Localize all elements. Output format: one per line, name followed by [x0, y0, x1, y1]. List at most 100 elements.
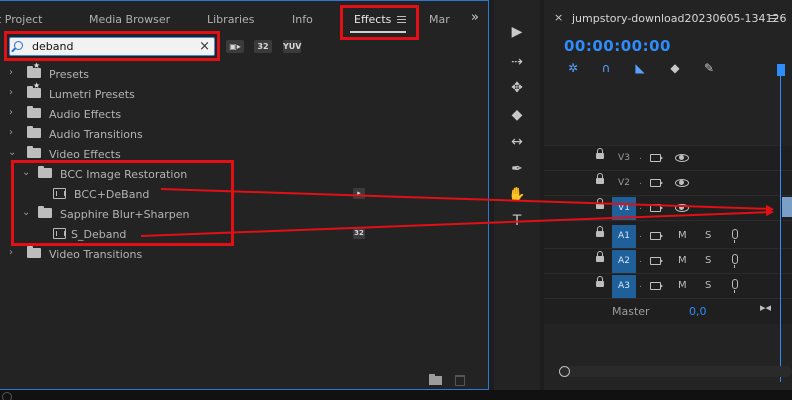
microphone-icon[interactable] [732, 254, 738, 268]
add-marker-icon[interactable]: ◆ [668, 61, 682, 75]
preset-folder-icon [27, 61, 41, 78]
toggle-track-output-icon[interactable] [650, 282, 663, 290]
timeline-panel: × jumpstory-download20230605-134126 00:0… [544, 0, 792, 390]
mute-track-button[interactable]: M [678, 255, 687, 266]
microphone-icon[interactable] [732, 229, 738, 243]
playhead-line [780, 64, 781, 382]
tab-overflow-icon[interactable]: » [471, 10, 479, 25]
yuv-effects-filter-icon[interactable]: YUV [283, 40, 301, 53]
toggle-track-output-icon[interactable] [650, 232, 663, 240]
tree-item-label: Audio Transitions [49, 128, 143, 141]
sync-lock-icon[interactable]: . [639, 202, 642, 212]
playhead-handle[interactable] [777, 64, 785, 76]
tree-folder-presets[interactable]: › Presets [0, 61, 487, 84]
folder-icon [27, 126, 41, 138]
lock-icon[interactable] [596, 198, 604, 209]
timeline-settings-wrench-icon[interactable]: ✎ [702, 61, 716, 75]
track-target-a3[interactable]: A3 [612, 275, 636, 298]
sync-lock-icon[interactable]: . [639, 255, 642, 265]
master-volume-value[interactable]: 0,0 [689, 305, 707, 318]
slip-tool-icon[interactable]: ↔ [506, 132, 528, 152]
track-a1: A1 . M S [544, 224, 792, 249]
tree-item-label: Video Transitions [49, 248, 143, 261]
lock-icon[interactable] [596, 226, 604, 237]
sync-lock-icon[interactable]: . [639, 152, 642, 162]
accelerated-effects-filter-icon[interactable]: ▣▸ [226, 40, 244, 53]
bottom-status-strip [0, 390, 792, 400]
close-sequence-icon[interactable]: × [554, 11, 563, 24]
sync-lock-icon[interactable]: . [639, 177, 642, 187]
tree-item-label: Lumetri Presets [49, 88, 135, 101]
track-v1: V1 . [544, 196, 792, 221]
timeline-menu-icon[interactable] [769, 15, 778, 22]
timeline-zoom-scrollbar[interactable] [559, 366, 792, 377]
tab-info[interactable]: Info [292, 13, 313, 26]
tree-folder-lumetri-presets[interactable]: › Lumetri Presets [0, 81, 487, 104]
linked-selection-icon[interactable]: ◣ [633, 61, 647, 75]
solo-track-button[interactable]: S [705, 230, 711, 241]
track-target-v1[interactable]: V1 [612, 197, 636, 220]
lock-icon[interactable] [596, 173, 604, 184]
ripple-edit-tool-icon[interactable]: ✥ [506, 78, 528, 98]
annotation-box-search [4, 31, 220, 61]
lock-icon[interactable] [596, 276, 604, 287]
toggle-track-output-icon[interactable] [650, 179, 663, 187]
chevron-right-icon[interactable]: › [9, 67, 13, 78]
zoom-scroll-handle[interactable] [559, 366, 570, 377]
tree-folder-audio-transitions[interactable]: › Audio Transitions [0, 124, 487, 144]
track-target-a1[interactable]: A1 [612, 225, 636, 248]
toggle-track-output-icon[interactable] [650, 204, 663, 212]
track-v3: V3 . [544, 146, 792, 171]
nest-sequence-icon[interactable]: ✲ [566, 61, 580, 75]
go-to-end-icon[interactable]: ▸◂ [760, 301, 771, 314]
track-target-v3[interactable]: V3 [612, 147, 636, 170]
timeline-clip-v1[interactable] [782, 197, 792, 217]
chevron-right-icon[interactable]: › [9, 107, 13, 118]
razor-tool-icon[interactable]: ◆ [506, 105, 528, 125]
snap-magnet-icon[interactable]: ∩ [599, 61, 613, 75]
tree-item-label: Presets [49, 68, 90, 81]
chevron-right-icon[interactable]: › [9, 127, 13, 138]
selection-tool-icon[interactable]: ▶ [506, 22, 528, 42]
pen-tool-icon[interactable]: ✒ [506, 159, 528, 179]
tab-media-browser[interactable]: Media Browser [89, 13, 170, 26]
folder-icon [27, 146, 41, 158]
solo-track-button[interactable]: S [705, 280, 711, 291]
type-tool-icon[interactable]: T [506, 211, 528, 231]
solo-track-button[interactable]: S [705, 255, 711, 266]
lock-icon[interactable] [596, 148, 604, 159]
eye-icon[interactable] [675, 179, 689, 187]
chevron-right-icon[interactable]: › [9, 247, 13, 258]
new-bin-icon[interactable] [429, 374, 442, 385]
tab-libraries[interactable]: Libraries [207, 13, 255, 26]
tree-folder-video-transitions[interactable]: › Video Transitions [0, 244, 487, 264]
tree-folder-audio-effects[interactable]: › Audio Effects [0, 104, 487, 124]
eye-icon[interactable] [675, 154, 689, 162]
mute-track-button[interactable]: M [678, 230, 687, 241]
track-target-v2[interactable]: V2 [612, 172, 636, 195]
track-a3: A3 . M S [544, 274, 792, 299]
trash-icon[interactable] [455, 375, 465, 386]
track-a2: A2 . M S [544, 249, 792, 274]
annotation-box-deband-results [11, 160, 234, 246]
playhead-timecode[interactable]: 00:00:00:00 [564, 37, 671, 55]
eye-icon[interactable] [675, 204, 689, 212]
tools-panel: ▶ ⇢ ✥ ◆ ↔ ✒ ✋ T [494, 0, 540, 390]
tab-project[interactable]: t Project [0, 13, 42, 26]
microphone-icon[interactable] [732, 279, 738, 293]
sequence-tab-title[interactable]: jumpstory-download20230605-134126 [572, 12, 786, 25]
tab-markers[interactable]: Mar [429, 13, 450, 26]
lock-icon[interactable] [596, 251, 604, 262]
folder-icon [27, 106, 41, 118]
chevron-right-icon[interactable]: › [9, 87, 13, 98]
toggle-track-output-icon[interactable] [650, 154, 663, 162]
track-target-a2[interactable]: A2 [612, 250, 636, 273]
chevron-down-icon[interactable]: ⌄ [8, 147, 16, 158]
track-select-tool-icon[interactable]: ⇢ [506, 52, 528, 72]
32bit-effects-filter-icon[interactable]: 32 [254, 40, 272, 53]
sync-lock-icon[interactable]: . [639, 280, 642, 290]
hand-tool-icon[interactable]: ✋ [506, 185, 528, 205]
toggle-track-output-icon[interactable] [650, 257, 663, 265]
sync-lock-icon[interactable]: . [639, 230, 642, 240]
mute-track-button[interactable]: M [678, 280, 687, 291]
